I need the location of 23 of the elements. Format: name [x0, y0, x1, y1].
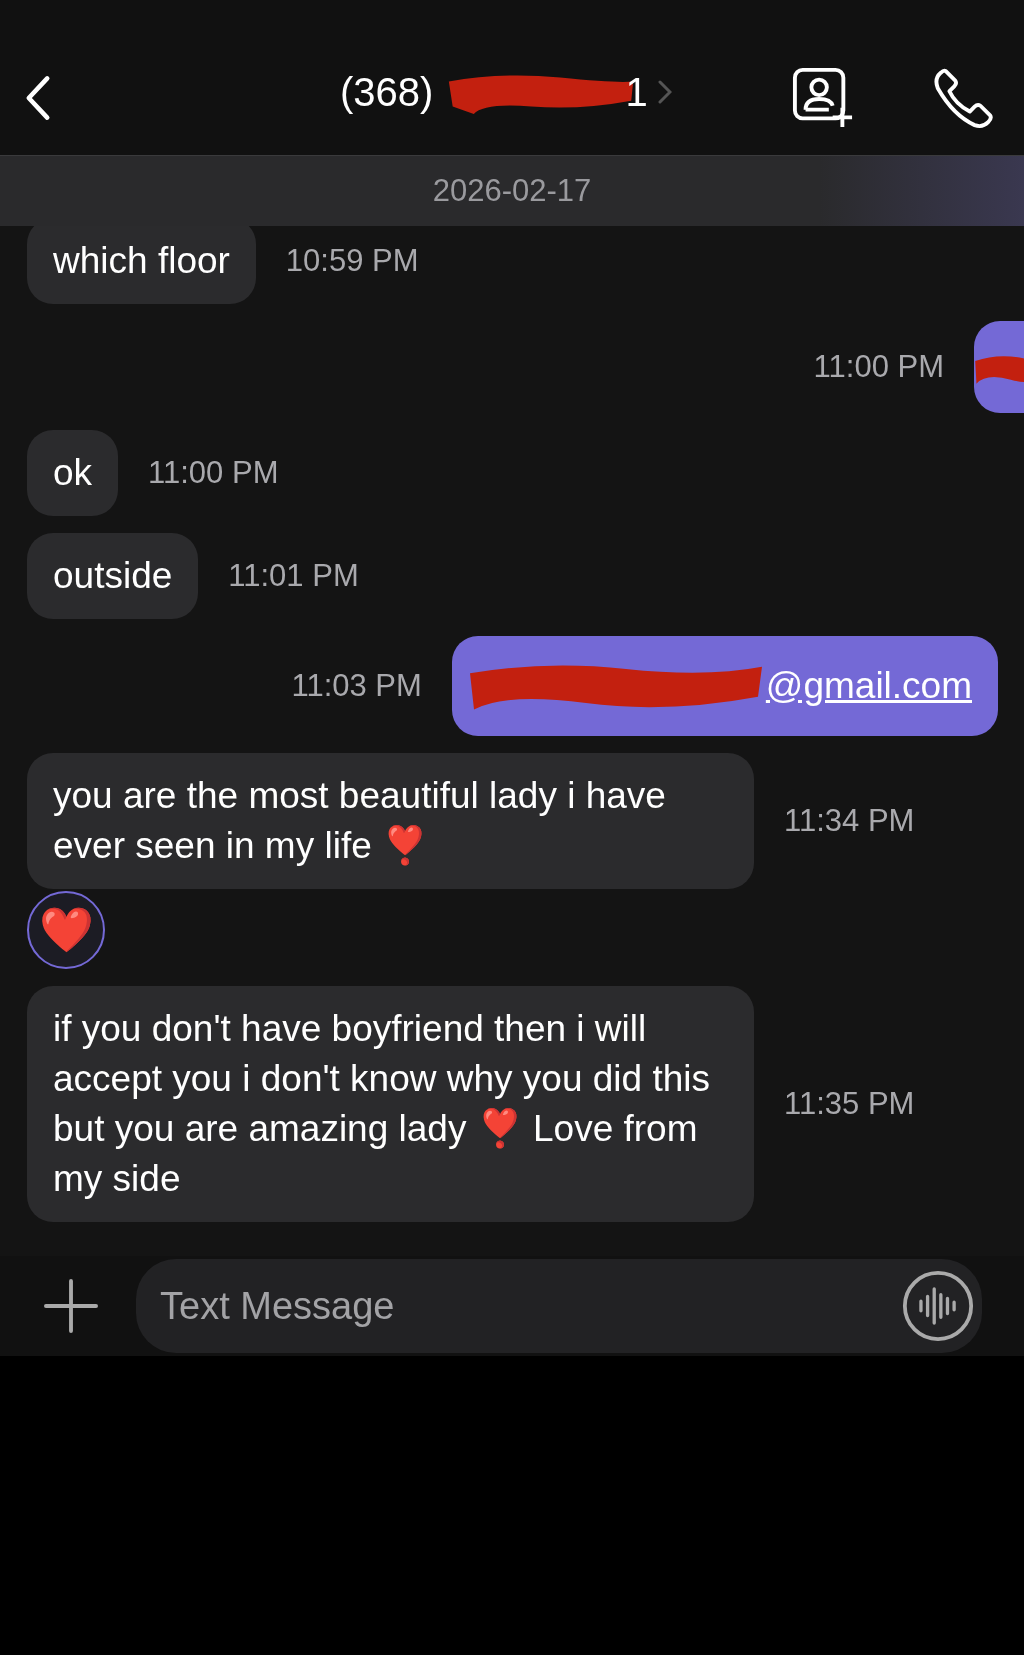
- message-bubble: which floor: [27, 226, 256, 304]
- back-icon[interactable]: [24, 74, 52, 121]
- date-label: 2026-02-17: [432, 173, 592, 209]
- phone-icon[interactable]: [932, 66, 994, 129]
- message-bubble: you are the most beautiful lady i have ever seen in my life ❣: [27, 753, 754, 889]
- contact-title[interactable]: (368): [340, 69, 434, 115]
- heart-reaction[interactable]: ❤: [27, 891, 105, 969]
- timestamp: 11:00 PM: [148, 455, 279, 491]
- timestamp: 11:03 PM: [291, 668, 422, 704]
- plus-icon[interactable]: [44, 1279, 98, 1333]
- message-field[interactable]: Text Message: [136, 1259, 982, 1353]
- message-bubble: if you don't have boyfriend then i will accept you i don't know why you did this but you are amazing lady ❣ Love from my side: [27, 986, 754, 1222]
- message-bubble: ok: [27, 430, 119, 516]
- add-contact-icon[interactable]: [792, 66, 854, 129]
- timestamp: 11:34 PM: [784, 803, 915, 839]
- timestamp: 11:00 PM: [813, 349, 944, 385]
- timestamp: 10:59 PM: [285, 243, 419, 279]
- message-bubble: outside: [27, 533, 199, 619]
- voice-icon[interactable]: [902, 1270, 974, 1342]
- chevron-icon[interactable]: [657, 79, 672, 105]
- timestamp: 11:35 PM: [784, 1086, 915, 1122]
- email-link[interactable]: @gmail.com: [765, 661, 972, 711]
- timestamp: 11:01 PM: [228, 558, 359, 594]
